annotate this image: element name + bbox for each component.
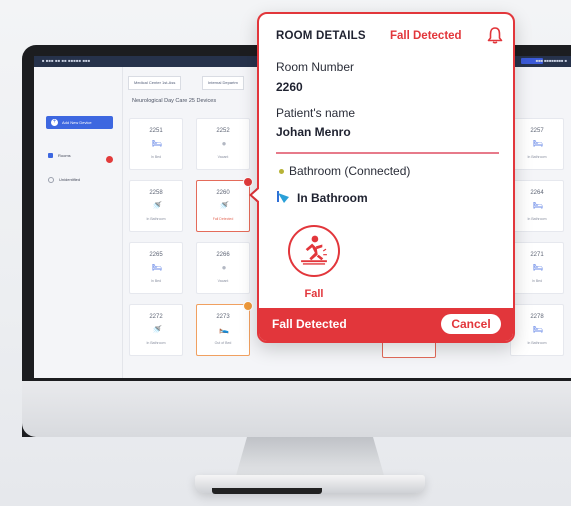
room-number: 2265 bbox=[149, 252, 163, 258]
sidebar-item-rooms[interactable]: Rooms bbox=[48, 153, 71, 159]
room-number: 2258 bbox=[149, 190, 163, 196]
room-number: 2252 bbox=[216, 128, 230, 134]
room-status: In Bathroom bbox=[146, 341, 166, 345]
popup-footer: Fall Detected Cancel bbox=[259, 308, 513, 341]
bathroom-icon: 🚿 bbox=[152, 325, 162, 334]
fall-label: Fall bbox=[304, 288, 324, 300]
sidebar-item-unidentified[interactable]: Unidentified bbox=[48, 177, 80, 183]
divider bbox=[276, 152, 499, 154]
radio-icon bbox=[48, 177, 54, 183]
menu-bar-left: ■ ■■■ ■■ ■■ ■■■■■ ■■■ bbox=[42, 58, 91, 63]
room-card-2272[interactable]: 2272 🚿 In Bathroom bbox=[129, 304, 183, 356]
bed-icon: 🛏 bbox=[532, 139, 544, 148]
room-status: Vacant bbox=[217, 279, 229, 283]
room-status: In Bathroom bbox=[527, 341, 547, 345]
room-card-2251[interactable]: 2251 🛏 In Bed bbox=[129, 118, 183, 170]
room-number: 2257 bbox=[530, 128, 544, 134]
bed-icon: 🛏 bbox=[151, 263, 163, 272]
popup-pointer-inner bbox=[252, 188, 260, 202]
tab-internal-department[interactable]: Internal Departm bbox=[202, 76, 244, 90]
sidebar: + Add New Device Rooms Unidentified bbox=[34, 67, 123, 378]
room-card-2278[interactable]: 2278 🛏 In Bathroom bbox=[510, 304, 564, 356]
patient-name-label: Patient's name bbox=[276, 106, 356, 120]
monitor-stand bbox=[235, 437, 385, 479]
checkbox-icon bbox=[48, 153, 53, 159]
popup-title: ROOM DETAILS bbox=[276, 30, 366, 42]
room-card-2271[interactable]: 2271 🛏 In Bed bbox=[510, 242, 564, 294]
room-number-label: Room Number bbox=[276, 60, 355, 74]
bathroom-icon: 🚿 bbox=[219, 201, 229, 210]
room-card-2264[interactable]: 2264 🛏 In Bathroom bbox=[510, 180, 564, 232]
room-number: 2264 bbox=[530, 190, 544, 196]
fall-person-icon bbox=[301, 235, 327, 265]
sidebar-item-label: Rooms bbox=[58, 153, 71, 158]
room-number: 2272 bbox=[149, 314, 163, 320]
presence-text: In Bathroom bbox=[297, 191, 368, 205]
room-number: 2278 bbox=[530, 314, 544, 320]
bed-icon: 🛏 bbox=[532, 325, 544, 334]
room-card-2258[interactable]: 2258 🚿 In Bathroom bbox=[129, 180, 183, 232]
shower-icon bbox=[277, 191, 289, 203]
room-status: In Bathroom bbox=[527, 217, 547, 221]
patient-name-value: Johan Menro bbox=[276, 125, 351, 139]
add-device-label: Add New Device bbox=[62, 120, 92, 125]
sidebar-item-label: Unidentified bbox=[59, 177, 81, 183]
room-status: Fall Detected bbox=[212, 217, 234, 221]
monitor-chin bbox=[22, 381, 571, 437]
room-status: Out of Bed bbox=[214, 341, 232, 345]
bathroom-icon: 🚿 bbox=[152, 201, 162, 210]
room-card-2257[interactable]: 2257 🛏 In Bathroom bbox=[510, 118, 564, 170]
stand-slot bbox=[212, 488, 322, 494]
bed-icon: 🛏 bbox=[532, 201, 544, 210]
room-card-2252[interactable]: 2252 ● Vacant bbox=[196, 118, 250, 170]
section-title: Neurological Day Care 25 Devices bbox=[132, 98, 217, 104]
room-details-popup: ROOM DETAILS Fall Detected Room Number 2… bbox=[257, 12, 515, 343]
room-card-2273[interactable]: 2273 🛌 Out of Bed bbox=[196, 301, 253, 356]
room-number: 2251 bbox=[149, 128, 163, 134]
bed-icon: 🛏 bbox=[151, 139, 163, 148]
room-status: In Bed bbox=[150, 279, 162, 283]
room-status: In Bathroom bbox=[527, 155, 547, 159]
popup-status: Fall Detected bbox=[390, 30, 462, 42]
room-status: In Bed bbox=[531, 279, 543, 283]
fall-event-icon-circle bbox=[288, 225, 340, 277]
room-status: In Bed bbox=[150, 155, 162, 159]
room-card-2265[interactable]: 2265 🛏 In Bed bbox=[129, 242, 183, 294]
vacant-icon: ● bbox=[221, 139, 227, 148]
room-number-value: 2260 bbox=[276, 80, 303, 94]
bell-icon[interactable] bbox=[486, 26, 504, 44]
room-number: 2260 bbox=[216, 190, 230, 196]
plus-icon: + bbox=[51, 119, 58, 126]
cancel-button[interactable]: Cancel bbox=[441, 314, 501, 334]
footer-status-text: Fall Detected bbox=[272, 317, 347, 331]
tab-medical-center[interactable]: Medical Center 1st-Ass bbox=[128, 76, 182, 90]
warning-badge bbox=[243, 301, 253, 311]
room-card-2260[interactable]: 2260 🚿 Fall Detected bbox=[196, 177, 253, 232]
out-of-bed-icon: 🛌 bbox=[219, 325, 229, 334]
room-status: In Bathroom bbox=[146, 217, 166, 221]
room-card-2266[interactable]: 2266 ● Vacant bbox=[196, 242, 250, 294]
menu-bar-right: ■■■ ■■■■■■■■ ■ bbox=[535, 58, 567, 63]
room-number: 2271 bbox=[530, 252, 544, 258]
bed-icon: 🛏 bbox=[532, 263, 544, 272]
connection-status-dot bbox=[279, 169, 284, 174]
room-number: 2273 bbox=[216, 314, 230, 320]
location-text: Bathroom (Connected) bbox=[289, 164, 411, 178]
vacant-icon: ● bbox=[221, 263, 227, 272]
room-status: Vacant bbox=[217, 155, 229, 159]
alert-badge bbox=[106, 156, 113, 163]
add-new-device-button[interactable]: + Add New Device bbox=[46, 116, 113, 129]
room-number: 2266 bbox=[216, 252, 230, 258]
